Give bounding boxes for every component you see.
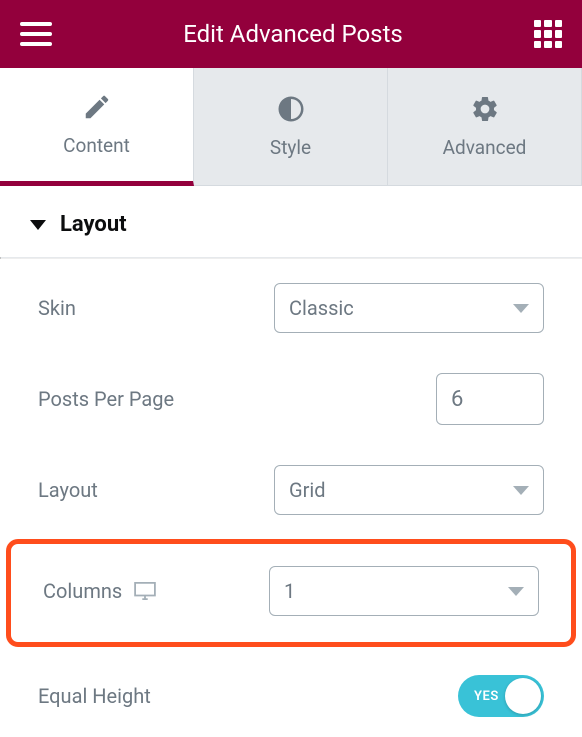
control-layout: Layout Grid bbox=[30, 445, 552, 535]
chevron-down-icon bbox=[513, 486, 529, 495]
desktop-icon[interactable] bbox=[134, 582, 156, 600]
tab-label: Advanced bbox=[443, 136, 527, 159]
tab-label: Content bbox=[63, 134, 130, 157]
tabs: Content Style Advanced bbox=[0, 68, 582, 186]
select-columns[interactable]: 1 bbox=[269, 566, 539, 616]
label-text: Columns bbox=[43, 579, 122, 603]
select-layout[interactable]: Grid bbox=[274, 465, 544, 515]
label-skin: Skin bbox=[38, 296, 76, 320]
chevron-down-icon bbox=[513, 304, 529, 313]
control-skin: Skin Classic bbox=[30, 263, 552, 353]
tab-content[interactable]: Content bbox=[0, 68, 194, 186]
toggle-knob bbox=[505, 678, 541, 714]
tab-label: Style bbox=[270, 136, 311, 159]
apps-icon[interactable] bbox=[534, 20, 562, 48]
gear-icon bbox=[470, 94, 500, 124]
control-posts-per-page: Posts Per Page 6 bbox=[30, 353, 552, 445]
toggle-label: YES bbox=[474, 689, 499, 704]
control-equal-height: Equal Height YES bbox=[30, 655, 552, 737]
toggle-equal-height[interactable]: YES bbox=[458, 675, 544, 717]
section-title: Layout bbox=[60, 212, 127, 237]
menu-icon[interactable] bbox=[20, 22, 52, 46]
select-skin[interactable]: Classic bbox=[274, 283, 544, 333]
contrast-icon bbox=[276, 94, 306, 124]
tab-advanced[interactable]: Advanced bbox=[388, 68, 582, 186]
tab-style[interactable]: Style bbox=[194, 68, 388, 186]
controls: Skin Classic Posts Per Page 6 Layout Gri… bbox=[0, 259, 582, 535]
caret-down-icon bbox=[30, 220, 46, 230]
label-posts-per-page: Posts Per Page bbox=[38, 387, 174, 411]
input-value: 6 bbox=[451, 387, 463, 412]
label-layout: Layout bbox=[38, 478, 98, 502]
select-value: 1 bbox=[284, 579, 295, 603]
chevron-down-icon bbox=[508, 587, 524, 596]
highlight-columns: Columns 1 bbox=[6, 539, 576, 647]
section-header-layout[interactable]: Layout bbox=[0, 186, 582, 257]
label-columns: Columns bbox=[43, 579, 156, 603]
page-title: Edit Advanced Posts bbox=[52, 20, 534, 48]
header: Edit Advanced Posts bbox=[0, 0, 582, 68]
control-columns: Columns 1 bbox=[35, 560, 547, 622]
pencil-icon bbox=[82, 92, 112, 122]
label-equal-height: Equal Height bbox=[38, 684, 151, 708]
select-value: Grid bbox=[289, 478, 326, 502]
controls-2: Equal Height YES bbox=[0, 651, 582, 737]
select-value: Classic bbox=[289, 296, 354, 320]
input-posts-per-page[interactable]: 6 bbox=[436, 373, 544, 425]
